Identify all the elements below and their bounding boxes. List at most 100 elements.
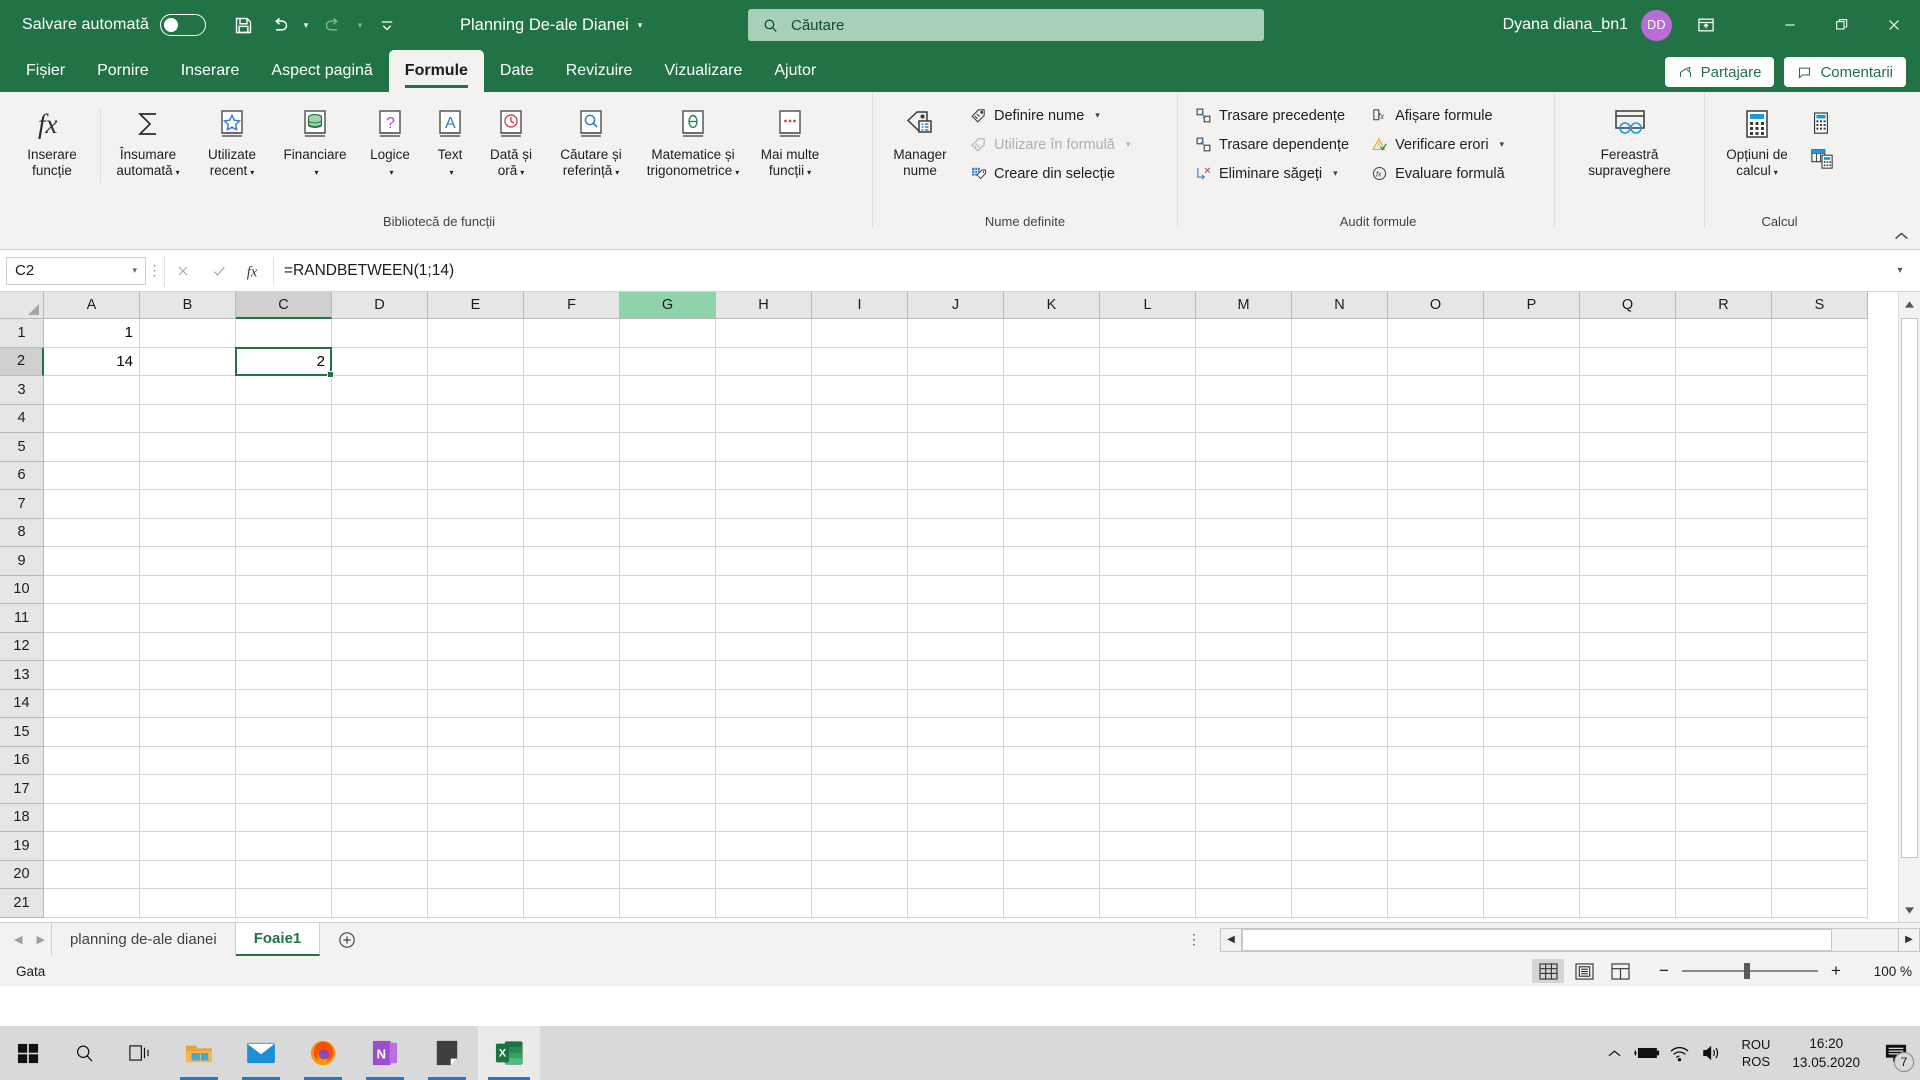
cell-C1[interactable]	[236, 319, 332, 348]
cell-K4[interactable]	[1004, 404, 1100, 433]
column-header-L[interactable]: L	[1100, 292, 1196, 319]
cell-F2[interactable]	[524, 347, 620, 376]
cell-P5[interactable]	[1484, 433, 1580, 462]
cell-D1[interactable]	[332, 319, 428, 348]
cell-M6[interactable]	[1196, 461, 1292, 490]
cell-R2[interactable]	[1676, 347, 1772, 376]
cell-C17[interactable]	[236, 775, 332, 804]
page-break-view-icon[interactable]	[1604, 959, 1636, 983]
row-header-9[interactable]: 9	[0, 547, 44, 576]
cell-N4[interactable]	[1292, 404, 1388, 433]
row-header-1[interactable]: 1	[0, 319, 44, 348]
cell-O3[interactable]	[1388, 376, 1484, 405]
cell-F14[interactable]	[524, 689, 620, 718]
cell-S3[interactable]	[1772, 376, 1868, 405]
cell-R21[interactable]	[1676, 889, 1772, 918]
cell-K14[interactable]	[1004, 689, 1100, 718]
cell-E10[interactable]	[428, 575, 524, 604]
cell-C2[interactable]: 2	[236, 347, 332, 376]
cell-J18[interactable]	[908, 803, 1004, 832]
cell-S12[interactable]	[1772, 632, 1868, 661]
cell-S18[interactable]	[1772, 803, 1868, 832]
cell-E3[interactable]	[428, 376, 524, 405]
cell-C11[interactable]	[236, 604, 332, 633]
cell-S9[interactable]	[1772, 547, 1868, 576]
start-button[interactable]	[0, 1026, 56, 1080]
cell-I20[interactable]	[812, 860, 908, 889]
cell-A8[interactable]	[44, 518, 140, 547]
cell-F4[interactable]	[524, 404, 620, 433]
cell-N1[interactable]	[1292, 319, 1388, 348]
cell-P20[interactable]	[1484, 860, 1580, 889]
cell-R7[interactable]	[1676, 490, 1772, 519]
cell-N13[interactable]	[1292, 661, 1388, 690]
cell-E1[interactable]	[428, 319, 524, 348]
cell-M18[interactable]	[1196, 803, 1292, 832]
cell-S21[interactable]	[1772, 889, 1868, 918]
calculation-options-button[interactable]: Opțiuni de calcul ▾	[1711, 97, 1803, 181]
cell-K16[interactable]	[1004, 746, 1100, 775]
cell-J8[interactable]	[908, 518, 1004, 547]
cell-O12[interactable]	[1388, 632, 1484, 661]
cell-A16[interactable]	[44, 746, 140, 775]
cell-P9[interactable]	[1484, 547, 1580, 576]
sheet-tab-planning-de-ale-dianei[interactable]: planning de-ale dianei	[52, 923, 236, 956]
cell-O7[interactable]	[1388, 490, 1484, 519]
cell-S6[interactable]	[1772, 461, 1868, 490]
cell-K11[interactable]	[1004, 604, 1100, 633]
cell-D7[interactable]	[332, 490, 428, 519]
normal-view-icon[interactable]	[1532, 959, 1564, 983]
column-header-H[interactable]: H	[716, 292, 812, 319]
cell-K1[interactable]	[1004, 319, 1100, 348]
cell-P19[interactable]	[1484, 832, 1580, 861]
cell-A21[interactable]	[44, 889, 140, 918]
cell-R10[interactable]	[1676, 575, 1772, 604]
redo-dropdown-icon[interactable]: ▾	[352, 8, 368, 42]
cell-H17[interactable]	[716, 775, 812, 804]
cell-Q19[interactable]	[1580, 832, 1676, 861]
sheet-tab-foaie1[interactable]: Foaie1	[235, 923, 321, 956]
cell-Q4[interactable]	[1580, 404, 1676, 433]
cell-R4[interactable]	[1676, 404, 1772, 433]
cell-Q8[interactable]	[1580, 518, 1676, 547]
row-header-10[interactable]: 10	[0, 575, 44, 604]
collapse-ribbon-icon[interactable]	[1893, 230, 1910, 245]
cell-J13[interactable]	[908, 661, 1004, 690]
customize-quick-access-icon[interactable]	[370, 8, 404, 42]
cell-S14[interactable]	[1772, 689, 1868, 718]
cell-O21[interactable]	[1388, 889, 1484, 918]
cell-B18[interactable]	[140, 803, 236, 832]
cell-J19[interactable]	[908, 832, 1004, 861]
cell-N9[interactable]	[1292, 547, 1388, 576]
cell-L1[interactable]	[1100, 319, 1196, 348]
cell-Q16[interactable]	[1580, 746, 1676, 775]
cell-F13[interactable]	[524, 661, 620, 690]
cell-N3[interactable]	[1292, 376, 1388, 405]
cell-K15[interactable]	[1004, 718, 1100, 747]
name-manager-button[interactable]: Manager nume	[881, 97, 959, 179]
cell-M11[interactable]	[1196, 604, 1292, 633]
cell-D14[interactable]	[332, 689, 428, 718]
cell-R15[interactable]	[1676, 718, 1772, 747]
cell-O1[interactable]	[1388, 319, 1484, 348]
cell-P2[interactable]	[1484, 347, 1580, 376]
cell-P3[interactable]	[1484, 376, 1580, 405]
cell-G19[interactable]	[620, 832, 716, 861]
cell-S11[interactable]	[1772, 604, 1868, 633]
cell-G4[interactable]	[620, 404, 716, 433]
cell-G2[interactable]	[620, 347, 716, 376]
cell-E6[interactable]	[428, 461, 524, 490]
cell-J14[interactable]	[908, 689, 1004, 718]
cell-M5[interactable]	[1196, 433, 1292, 462]
cell-R12[interactable]	[1676, 632, 1772, 661]
cell-R17[interactable]	[1676, 775, 1772, 804]
zoom-slider[interactable]	[1682, 963, 1818, 979]
cell-E20[interactable]	[428, 860, 524, 889]
cell-S20[interactable]	[1772, 860, 1868, 889]
cell-R11[interactable]	[1676, 604, 1772, 633]
cell-R5[interactable]	[1676, 433, 1772, 462]
cell-G17[interactable]	[620, 775, 716, 804]
autosave-toggle[interactable]	[160, 14, 207, 36]
cell-A18[interactable]	[44, 803, 140, 832]
cell-M10[interactable]	[1196, 575, 1292, 604]
